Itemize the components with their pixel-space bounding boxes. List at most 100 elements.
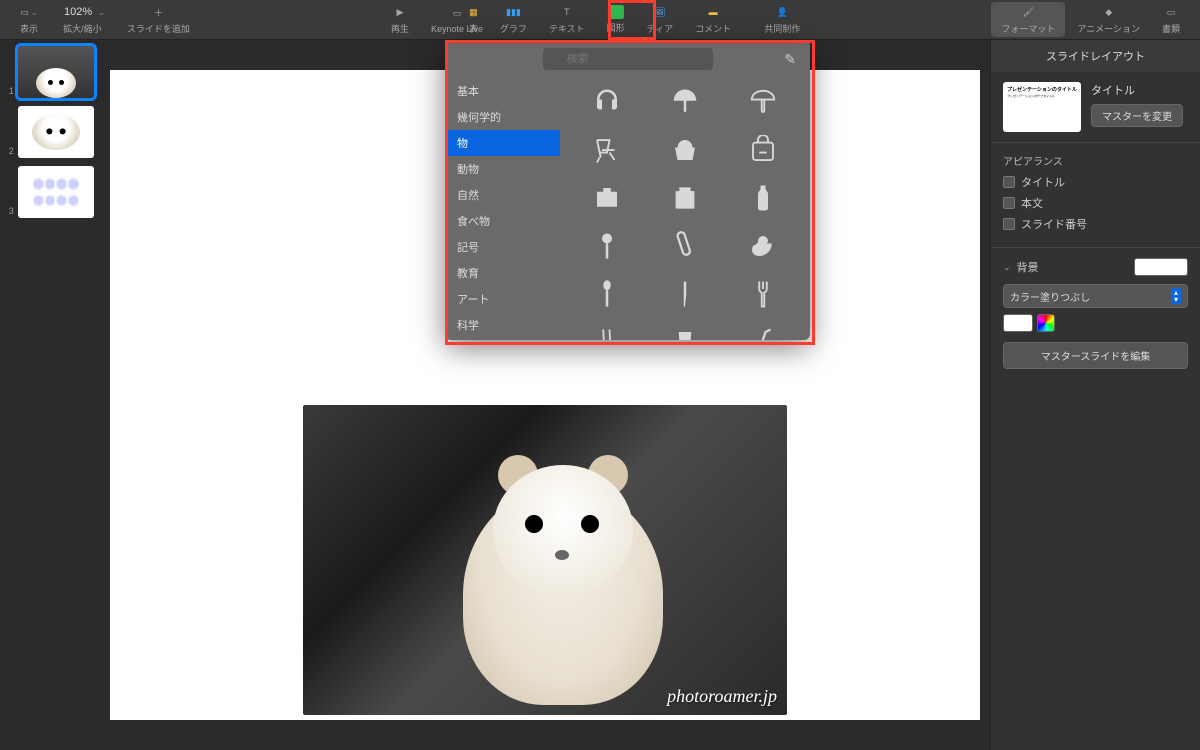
change-master-button[interactable]: マスターを変更: [1091, 104, 1183, 127]
chevron-down-icon: ⌄: [1003, 262, 1011, 273]
checkbox-slidenum[interactable]: [1003, 218, 1015, 230]
layout-thumbnail[interactable]: プレゼンテーションのタイトル プレゼンテーションのサブタイトル: [1003, 82, 1081, 132]
add-slide-button[interactable]: ＋ スライドを追加: [117, 2, 200, 37]
thumbnail-item[interactable]: 2: [6, 106, 94, 158]
shape-fork-icon[interactable]: [724, 270, 802, 318]
checkbox-title[interactable]: [1003, 176, 1015, 188]
category-basic[interactable]: 基本: [445, 78, 560, 104]
text-button[interactable]: T テキスト: [539, 2, 595, 37]
view-icon: ▭⌄: [20, 4, 37, 20]
thumbnail-1[interactable]: [18, 46, 94, 98]
shape-grid[interactable]: [560, 78, 810, 340]
select-stepper-icon: ▴▾: [1171, 288, 1181, 304]
canvas-area[interactable]: photoroamer.jp 🔍 ✎ 基本 幾何学的 物 動物 自然 食べ物: [100, 40, 990, 750]
category-symbols[interactable]: 記号: [445, 234, 560, 260]
zoom-label: 拡大/縮小: [63, 22, 102, 35]
shape-cup-icon[interactable]: [646, 318, 724, 340]
checkbox-body-row[interactable]: 本文: [1003, 195, 1188, 211]
background-swatch[interactable]: [1134, 258, 1188, 276]
add-slide-label: スライドを追加: [127, 22, 190, 35]
thumbnail-strip[interactable]: 1 2 3: [0, 40, 100, 750]
checkbox-slidenum-row[interactable]: スライド番号: [1003, 216, 1188, 232]
main-area: 1 2 3: [0, 40, 1200, 750]
eyedropper-button[interactable]: ✎: [784, 51, 796, 68]
category-art[interactable]: アート: [445, 286, 560, 312]
chart-button[interactable]: ▮▮▮ グラフ: [490, 2, 537, 37]
document-tab-button[interactable]: ▭ 書類: [1152, 2, 1190, 37]
shape-button[interactable]: 図形: [597, 3, 635, 36]
image-watermark: photoroamer.jp: [667, 686, 777, 707]
thumbnail-2[interactable]: [18, 106, 94, 158]
shape-chair-icon[interactable]: [568, 126, 646, 174]
comment-icon: ▬: [709, 4, 718, 20]
format-icon: 🖌: [1023, 4, 1034, 20]
shape-popover: 🔍 ✎ 基本 幾何学的 物 動物 自然 食べ物 記号 教育 アート 科学 人: [445, 40, 810, 340]
appearance-label: アピアランス: [1003, 153, 1188, 168]
fill-type-select[interactable]: カラー塗りつぶし ▴▾: [1003, 284, 1188, 308]
thumb-number: 1: [6, 86, 14, 96]
view-label: 表示: [20, 22, 38, 35]
media-icon: 🖼: [654, 4, 665, 20]
checkbox-body[interactable]: [1003, 197, 1015, 209]
shape-rattle-icon[interactable]: [568, 222, 646, 270]
background-disclosure[interactable]: ⌄ 背景: [1003, 258, 1188, 276]
shape-umbrella-closed-icon[interactable]: [646, 78, 724, 126]
collaborate-button[interactable]: 👤 共同制作: [754, 2, 810, 37]
view-menu-button[interactable]: ▭⌄ 表示: [10, 2, 48, 37]
color-picker-button[interactable]: [1037, 314, 1055, 332]
layout-title-label: タイトル: [1091, 82, 1188, 98]
zoom-button[interactable]: 102%⌄ 拡大/縮小: [50, 2, 115, 37]
category-geometric[interactable]: 幾何学的: [445, 104, 560, 130]
chart-icon: ▮▮▮: [506, 4, 521, 20]
play-icon: ▶: [397, 4, 404, 20]
zoom-value: 102%: [60, 6, 96, 18]
category-education[interactable]: 教育: [445, 260, 560, 286]
table-button[interactable]: ▦ 表: [459, 2, 488, 37]
thumbnail-item[interactable]: 3: [6, 166, 94, 218]
category-nature[interactable]: 自然: [445, 182, 560, 208]
media-button[interactable]: 🖼 ディア: [637, 2, 683, 37]
shape-headphones-icon[interactable]: [568, 78, 646, 126]
shape-umbrella-open-icon[interactable]: [724, 78, 802, 126]
animate-tab-button[interactable]: ◆ アニメーション: [1067, 2, 1150, 37]
shape-straw-icon[interactable]: [724, 318, 802, 340]
thumb-number: 2: [6, 146, 14, 156]
shape-spoon-icon[interactable]: [568, 270, 646, 318]
thumb-number: 3: [6, 206, 14, 216]
collaborate-icon: 👤: [777, 4, 788, 20]
plus-icon: ＋: [154, 4, 163, 20]
document-icon: ▭: [1167, 4, 1176, 20]
shape-knife-icon[interactable]: [646, 270, 724, 318]
shape-handbag-icon[interactable]: [646, 126, 724, 174]
checkbox-title-row[interactable]: タイトル: [1003, 174, 1188, 190]
text-icon: T: [564, 4, 570, 20]
shape-search-input[interactable]: [543, 48, 713, 70]
edit-master-button[interactable]: マスタースライドを編集: [1003, 342, 1188, 369]
play-label: 再生: [391, 22, 409, 35]
category-animals[interactable]: 動物: [445, 156, 560, 182]
shape-chopsticks-icon[interactable]: [568, 318, 646, 340]
shape-backpack-icon[interactable]: [724, 126, 802, 174]
toolbar: ▭⌄ 表示 102%⌄ 拡大/縮小 ＋ スライドを追加 ▶ 再生 ▭ Keyno…: [0, 0, 1200, 40]
shape-suitcase-icon[interactable]: [646, 174, 724, 222]
shape-duck-icon[interactable]: [724, 222, 802, 270]
category-people[interactable]: 人々: [445, 338, 560, 340]
animate-icon: ◆: [1105, 4, 1112, 20]
category-science[interactable]: 科学: [445, 312, 560, 338]
shape-icon: [608, 5, 624, 19]
shape-category-list[interactable]: 基本 幾何学的 物 動物 自然 食べ物 記号 教育 アート 科学 人々 場所: [445, 78, 560, 340]
shape-bottle-icon[interactable]: [724, 174, 802, 222]
thumbnail-3[interactable]: [18, 166, 94, 218]
category-objects[interactable]: 物: [445, 130, 560, 156]
thumbnail-item[interactable]: 1: [6, 46, 94, 98]
shape-briefcase-icon[interactable]: [568, 174, 646, 222]
comment-button[interactable]: ▬ コメント: [685, 2, 741, 37]
inspector-header: スライドレイアウト: [991, 40, 1200, 72]
slide-image[interactable]: photoroamer.jp: [303, 405, 787, 715]
category-food[interactable]: 食べ物: [445, 208, 560, 234]
fill-color-swatch[interactable]: [1003, 314, 1033, 332]
shape-safety-pin-icon[interactable]: [646, 222, 724, 270]
format-tab-button[interactable]: 🖌 フォーマット: [991, 2, 1065, 37]
play-button[interactable]: ▶ 再生: [381, 2, 419, 37]
table-icon: ▦: [469, 4, 478, 20]
